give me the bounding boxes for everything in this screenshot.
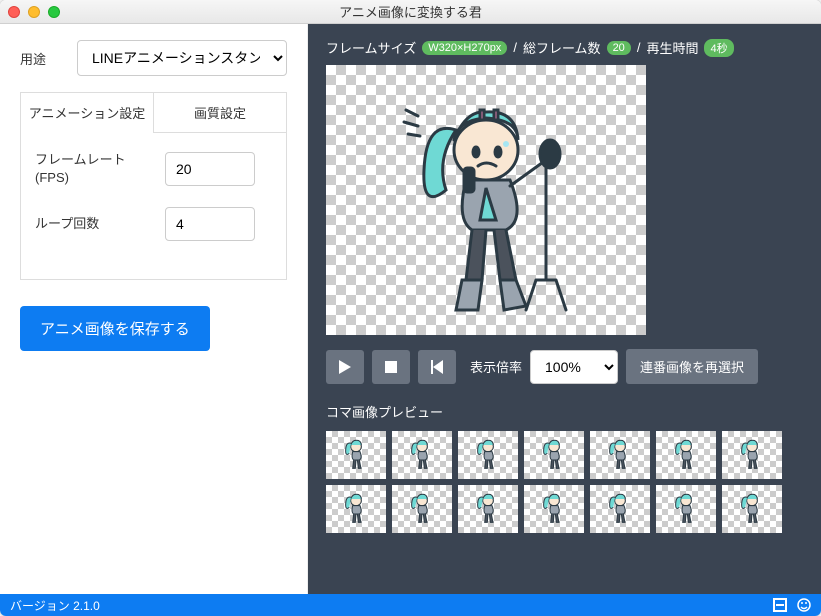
purpose-row: 用途 LINEアニメーションスタンプ: [20, 40, 287, 76]
fps-row: フレームレート (FPS): [35, 151, 272, 187]
footer-icons: [773, 598, 811, 612]
main-preview: [326, 65, 646, 335]
smile-icon[interactable]: [797, 598, 811, 612]
tab-animation[interactable]: アニメーション設定: [21, 93, 153, 133]
tab-quality[interactable]: 画質設定: [153, 93, 286, 133]
footer: バージョン 2.1.0: [0, 594, 821, 616]
thumbnail[interactable]: [458, 485, 518, 533]
reselect-button[interactable]: 連番画像を再選択: [626, 349, 758, 384]
thumbs-label: コマ画像プレビュー: [326, 402, 803, 421]
animation-panel: フレームレート (FPS) ループ回数: [20, 133, 287, 280]
thumbnail[interactable]: [656, 485, 716, 533]
framesize-badge: W320×H270px: [422, 41, 507, 55]
loop-label: ループ回数: [35, 215, 165, 233]
thumbnail[interactable]: [392, 431, 452, 479]
prev-button[interactable]: [418, 350, 456, 384]
playtime-badge: 4秒: [704, 39, 733, 57]
body: 用途 LINEアニメーションスタンプ アニメーション設定 画質設定 フレームレー…: [0, 24, 821, 594]
loop-row: ループ回数: [35, 207, 272, 241]
purpose-select[interactable]: LINEアニメーションスタンプ: [77, 40, 287, 76]
totalframes-badge: 20: [607, 41, 631, 55]
thumbnail-grid: [326, 431, 803, 533]
thumbnail[interactable]: [458, 431, 518, 479]
titlebar: アニメ画像に変換する君: [0, 0, 821, 24]
thumbnail[interactable]: [722, 431, 782, 479]
thumbnail[interactable]: [722, 485, 782, 533]
version-label: バージョン 2.1.0: [10, 597, 100, 614]
thumbnail[interactable]: [524, 431, 584, 479]
zoom-label: 表示倍率: [470, 357, 522, 376]
thumbnail[interactable]: [392, 485, 452, 533]
framesize-label: フレームサイズ: [326, 38, 416, 57]
zoom-select[interactable]: 100%: [530, 350, 618, 384]
thumbnail[interactable]: [524, 485, 584, 533]
frame-info: フレームサイズ W320×H270px / 総フレーム数 20 / 再生時間 4…: [326, 38, 803, 57]
thumbnail[interactable]: [590, 431, 650, 479]
play-button[interactable]: [326, 350, 364, 384]
totalframes-label: 総フレーム数: [523, 38, 601, 57]
window-title: アニメ画像に変換する君: [0, 2, 821, 21]
settings-panel: 用途 LINEアニメーションスタンプ アニメーション設定 画質設定 フレームレー…: [0, 24, 308, 594]
thumbnail[interactable]: [590, 485, 650, 533]
character-icon: [386, 80, 586, 320]
loop-input[interactable]: [165, 207, 255, 241]
stop-icon: [385, 361, 397, 373]
play-icon: [339, 360, 351, 374]
stop-button[interactable]: [372, 350, 410, 384]
thumbnail[interactable]: [326, 485, 386, 533]
purpose-label: 用途: [20, 49, 77, 68]
thumbnail[interactable]: [326, 431, 386, 479]
app-window: アニメ画像に変換する君 用途 LINEアニメーションスタンプ アニメーション設定…: [0, 0, 821, 616]
preview-panel: フレームサイズ W320×H270px / 総フレーム数 20 / 再生時間 4…: [308, 24, 821, 594]
settings-tabs: アニメーション設定 画質設定: [20, 92, 287, 133]
fps-input[interactable]: [165, 152, 255, 186]
skip-back-icon: [431, 360, 443, 374]
logo-icon[interactable]: [773, 598, 787, 612]
save-button[interactable]: アニメ画像を保存する: [20, 306, 210, 351]
thumbnail[interactable]: [656, 431, 716, 479]
fps-label: フレームレート (FPS): [35, 151, 165, 187]
playtime-label: 再生時間: [646, 38, 698, 57]
playback-controls: 表示倍率 100% 連番画像を再選択: [326, 349, 803, 384]
